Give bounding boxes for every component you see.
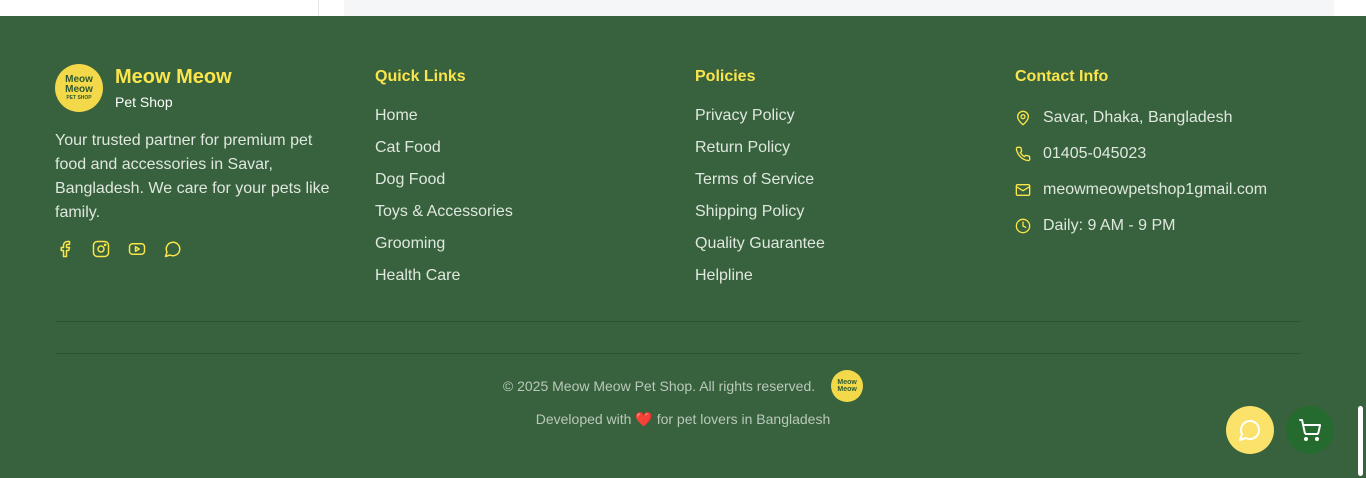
content-bottom-edge: [0, 0, 1366, 16]
mail-icon: [1015, 182, 1031, 198]
quick-links-column: Quick Links Home Cat Food Dog Food Toys …: [375, 68, 513, 300]
contact-email[interactable]: meowmeowpetshop1gmail.com: [1015, 172, 1267, 208]
address-text: Savar, Dhaka, Bangladesh: [1043, 109, 1233, 126]
social-links: [55, 239, 183, 259]
logo-text: Meow: [837, 386, 857, 393]
policy-link-return[interactable]: Return Policy: [695, 140, 825, 172]
scrollbar-thumb[interactable]: [1358, 406, 1363, 476]
quick-link-cat-food[interactable]: Cat Food: [375, 140, 513, 172]
sidebar-panel-edge: [0, 0, 319, 16]
copyright-text: © 2025 Meow Meow Pet Shop. All rights re…: [502, 378, 816, 394]
policies-column: Policies Privacy Policy Return Policy Te…: [695, 68, 825, 300]
quick-link-home[interactable]: Home: [375, 108, 513, 140]
site-footer: Meow Meow PET SHOP Meow Meow Pet Shop Yo…: [0, 16, 1366, 478]
shopping-cart-icon: [1299, 419, 1322, 441]
mini-brand-logo: Meow Meow: [831, 370, 864, 402]
main-panel-edge: [344, 0, 1334, 16]
quick-links-heading: Quick Links: [375, 68, 466, 85]
dev-credit-suffix: for pet lovers in Bangladesh: [656, 411, 831, 427]
clock-icon: [1015, 218, 1031, 234]
policies-heading: Policies: [695, 68, 756, 85]
phone-text[interactable]: 01405-045023: [1043, 145, 1146, 163]
footer-divider: [55, 321, 1301, 322]
brand-name: Meow Meow: [115, 66, 232, 88]
copyright-row: © 2025 Meow Meow Pet Shop. All rights re…: [0, 370, 1366, 402]
brand-description: Your trusted partner for premium pet foo…: [55, 132, 330, 221]
logo-text: Meow: [837, 379, 857, 386]
quick-link-toys[interactable]: Toys & Accessories: [375, 204, 513, 236]
contact-phone[interactable]: 01405-045023: [1015, 136, 1267, 172]
youtube-icon[interactable]: [127, 239, 147, 259]
email-text[interactable]: meowmeowpetshop1gmail.com: [1043, 181, 1267, 199]
policy-link-shipping[interactable]: Shipping Policy: [695, 204, 825, 236]
dev-credit-prefix: Developed with: [535, 411, 632, 427]
facebook-icon[interactable]: [55, 239, 75, 259]
heart-icon: ❤️: [635, 411, 653, 427]
developer-credit: Developed with ❤️ for pet lovers in Bang…: [0, 411, 1366, 428]
brand-logo[interactable]: Meow Meow PET SHOP: [55, 64, 103, 112]
policy-link-helpline[interactable]: Helpline: [695, 268, 825, 300]
contact-column: Contact Info Savar, Dhaka, Bangladesh 01…: [1015, 68, 1267, 244]
contact-address: Savar, Dhaka, Bangladesh: [1015, 100, 1267, 136]
instagram-icon[interactable]: [91, 239, 111, 259]
map-pin-icon: [1015, 110, 1031, 126]
cart-button[interactable]: [1286, 406, 1334, 454]
logo-text: Meow: [65, 73, 93, 85]
footer-divider: [55, 353, 1301, 354]
chat-button[interactable]: [1226, 406, 1274, 454]
logo-text: PET SHOP: [66, 94, 92, 101]
phone-icon: [1015, 146, 1031, 162]
hours-text: Daily: 9 AM - 9 PM: [1043, 217, 1176, 234]
logo-text: Meow: [65, 83, 93, 95]
policy-link-privacy[interactable]: Privacy Policy: [695, 108, 825, 140]
contact-heading: Contact Info: [1015, 68, 1109, 85]
contact-hours: Daily: 9 AM - 9 PM: [1015, 208, 1267, 244]
brand-subtitle: Pet Shop: [115, 94, 173, 110]
chat-icon[interactable]: [163, 239, 183, 259]
policy-link-terms[interactable]: Terms of Service: [695, 172, 825, 204]
quick-link-grooming[interactable]: Grooming: [375, 236, 513, 268]
quick-link-dog-food[interactable]: Dog Food: [375, 172, 513, 204]
policy-link-quality[interactable]: Quality Guarantee: [695, 236, 825, 268]
quick-link-health-care[interactable]: Health Care: [375, 268, 513, 300]
message-circle-icon: [1239, 420, 1260, 441]
